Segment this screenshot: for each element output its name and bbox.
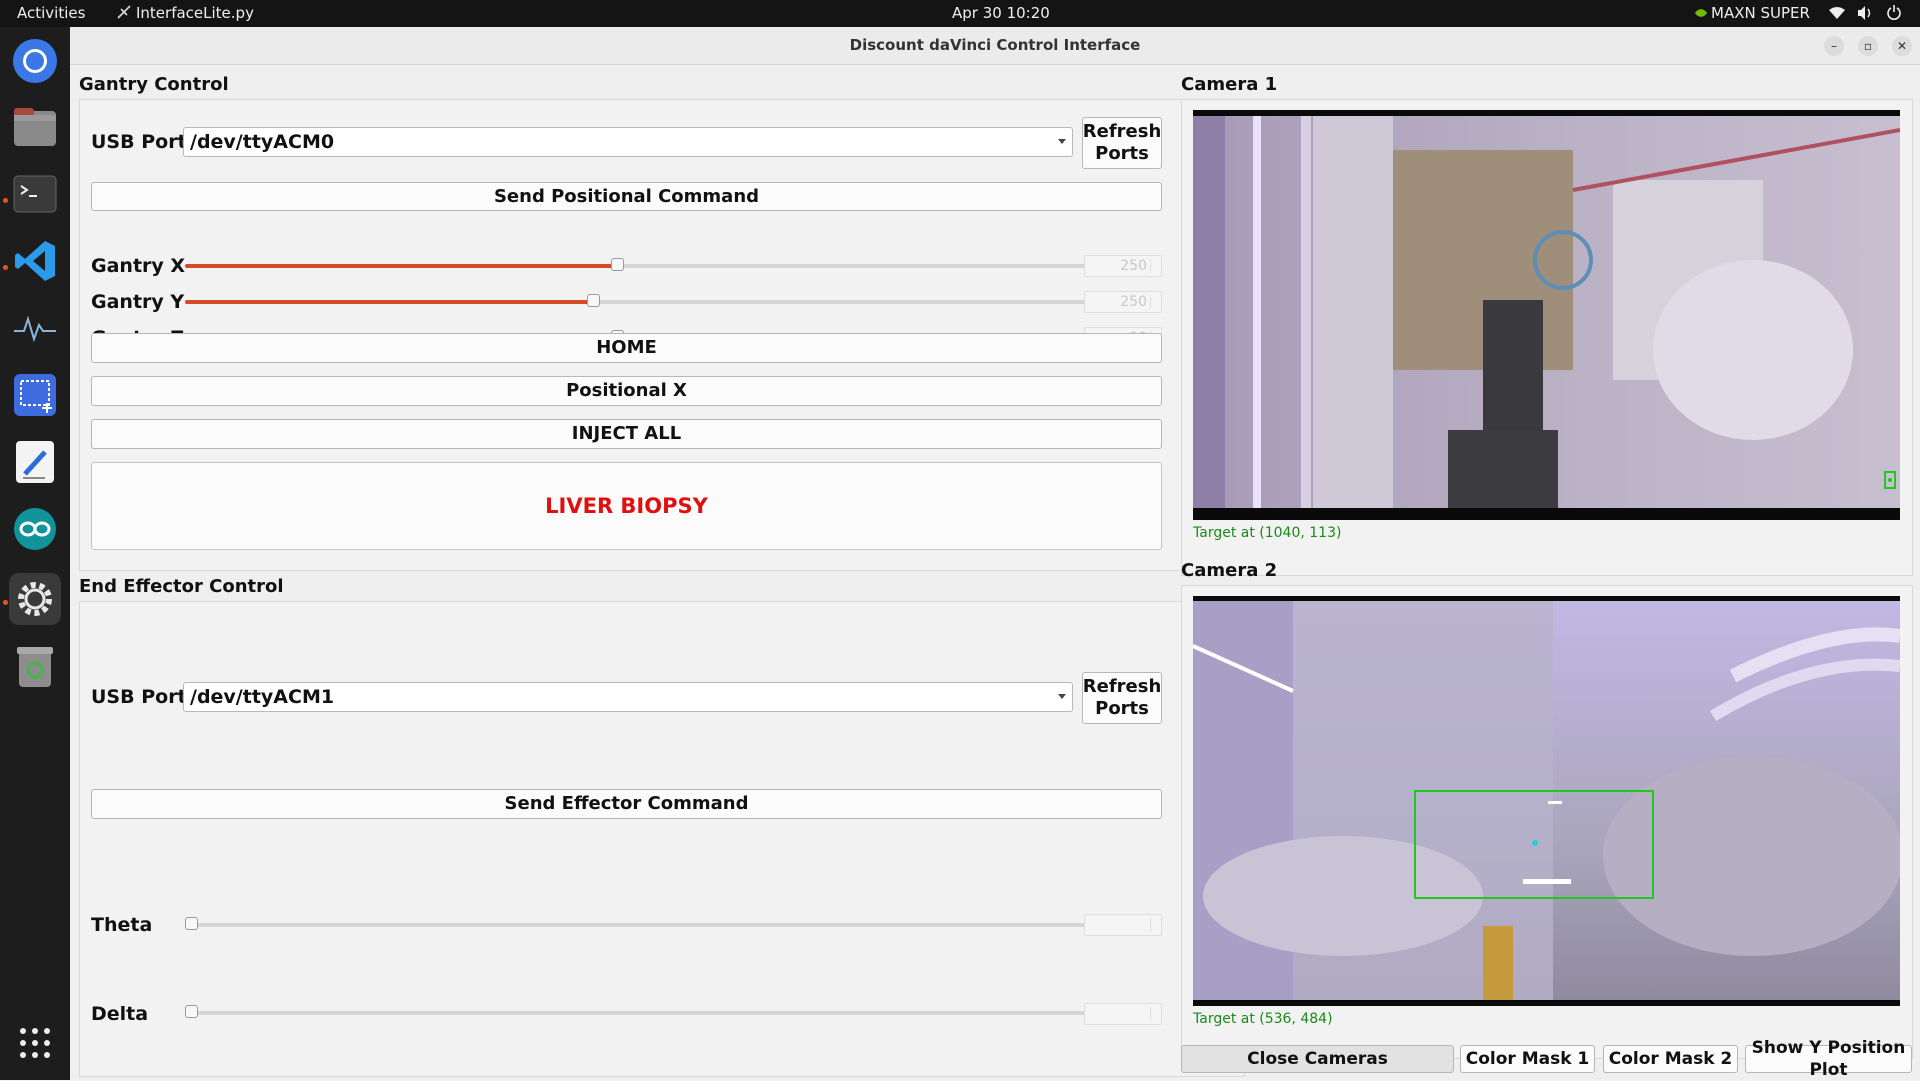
dock-screenshot[interactable] [9,369,61,421]
camera2-title: Camera 2 [1181,560,1278,581]
minimize-icon: – [1831,39,1837,53]
dock-trash[interactable] [9,641,61,693]
close-window-button[interactable]: ✕ [1892,36,1912,56]
effector-usb-port-value: /dev/ttyACM1 [190,686,335,708]
gantry-slider-fill [185,264,617,268]
effector-group [79,601,1245,1077]
running-indicator [3,265,8,270]
gantry-slider-handle[interactable] [587,294,600,307]
system-monitor-icon [14,315,56,343]
trash-icon [17,647,53,687]
arduino-icon [14,508,56,550]
dock-files[interactable] [9,101,61,153]
files-icon [14,108,56,146]
effector-section-title: End Effector Control [79,576,284,597]
send-positional-command-button[interactable]: Send Positional Command [91,182,1162,211]
gantry-section-title: Gantry Control [79,74,229,95]
camera1-title: Camera 1 [1181,74,1278,95]
terminal-icon [13,175,57,213]
gantry-usb-label: USB Port: [91,131,195,153]
close-icon: ✕ [1896,39,1908,53]
dock-text-editor[interactable] [9,436,61,488]
theta-slider[interactable] [185,917,1145,930]
app-menu[interactable]: InterfaceLite.py [116,4,254,22]
chevron-down-icon [1058,139,1066,144]
chevron-down-icon [1058,694,1066,699]
nvidia-icon [1695,9,1707,17]
volume-icon[interactable] [1856,5,1874,21]
activities-button[interactable]: Activities [17,4,85,22]
maximize-button[interactable]: ▫ [1858,36,1878,56]
color-mask-2-button[interactable]: Color Mask 2 [1603,1045,1738,1073]
gantry-slider-fill [185,300,593,304]
close-cameras-button[interactable]: Close Cameras [1181,1045,1454,1073]
gantry-usb-port-value: /dev/ttyACM0 [190,131,335,153]
running-indicator [3,600,8,605]
gantry-slider-spinbox[interactable]: 250 [1084,255,1162,277]
inject-all-button[interactable]: INJECT ALL [91,419,1162,449]
effector-usb-port-select[interactable]: /dev/ttyACM1 [183,682,1073,712]
home-button[interactable]: HOME [91,333,1162,363]
app-grid-icon [20,1028,50,1058]
gantry-slider-handle[interactable] [611,258,624,271]
camera1-target-text: Target at (1040, 113) [1193,525,1342,541]
theta-label: Theta [91,914,153,936]
theta-slider-handle[interactable] [185,917,198,930]
camera2-image [1193,596,1900,1006]
power-icon[interactable] [1886,4,1902,20]
gantry-slider-spinbox[interactable]: 250 [1084,291,1162,313]
effector-usb-label: USB Port: [91,686,195,708]
clock[interactable]: Apr 30 10:20 [952,4,1050,22]
vscode-icon [15,241,55,281]
screenshot-icon [14,374,56,416]
liver-biopsy-button[interactable]: LIVER BIOPSY [91,462,1162,550]
gantry-refresh-ports-button[interactable]: Refresh Ports [1082,117,1162,169]
dock-chromium[interactable] [9,35,61,87]
maximize-icon: ▫ [1863,39,1873,53]
settings-icon [18,582,52,616]
gantry-slider-label: Gantry Y [91,291,185,313]
running-indicator [3,198,8,203]
gantry-usb-port-select[interactable]: /dev/ttyACM0 [183,127,1073,157]
camera1-feed[interactable] [1193,110,1900,520]
send-effector-command-button[interactable]: Send Effector Command [91,789,1162,819]
app-name: InterfaceLite.py [136,4,254,22]
gantry-slider[interactable] [185,258,1145,271]
dock-show-apps[interactable] [9,1017,61,1069]
delta-slider-handle[interactable] [185,1005,198,1018]
window-title: Discount daVinci Control Interface [849,36,1141,54]
delta-spinbox[interactable] [1084,1003,1162,1025]
gantry-slider[interactable] [185,294,1145,307]
dock-arduino[interactable] [9,503,61,555]
top-bar: Activities InterfaceLite.py Apr 30 10:20… [0,0,1920,27]
color-mask-1-button[interactable]: Color Mask 1 [1460,1045,1595,1073]
camera2-feed[interactable] [1193,596,1900,1006]
effector-refresh-ports-button[interactable]: Refresh Ports [1082,672,1162,724]
liver-biopsy-label: LIVER BIOPSY [545,494,708,518]
theta-spinbox[interactable] [1084,914,1162,936]
delta-slider[interactable] [185,1005,1145,1018]
dock-terminal[interactable] [9,168,61,220]
app-window: Discount daVinci Control Interface – ▫ ✕… [70,27,1920,1080]
chromium-icon [13,39,57,83]
gantry-slider-label: Gantry X [91,255,186,277]
text-editor-icon [16,441,54,483]
camera1-image [1193,110,1900,520]
wifi-icon[interactable] [1828,6,1846,20]
app-icon [117,5,131,19]
camera2-target-text: Target at (536, 484) [1193,1011,1333,1027]
window-titlebar[interactable]: Discount daVinci Control Interface – ▫ ✕ [70,27,1920,65]
power-mode-indicator[interactable]: MAXN SUPER [1694,4,1810,22]
show-y-position-plot-button[interactable]: Show Y Position Plot [1745,1038,1912,1080]
dock-settings[interactable] [9,573,61,625]
dock-system-monitor[interactable] [9,302,61,354]
delta-label: Delta [91,1003,149,1025]
dock-vscode[interactable] [9,235,61,287]
positional-x-button[interactable]: Positional X [91,376,1162,406]
dock [0,27,70,1080]
power-mode-label: MAXN SUPER [1711,4,1810,22]
minimize-button[interactable]: – [1824,36,1844,56]
